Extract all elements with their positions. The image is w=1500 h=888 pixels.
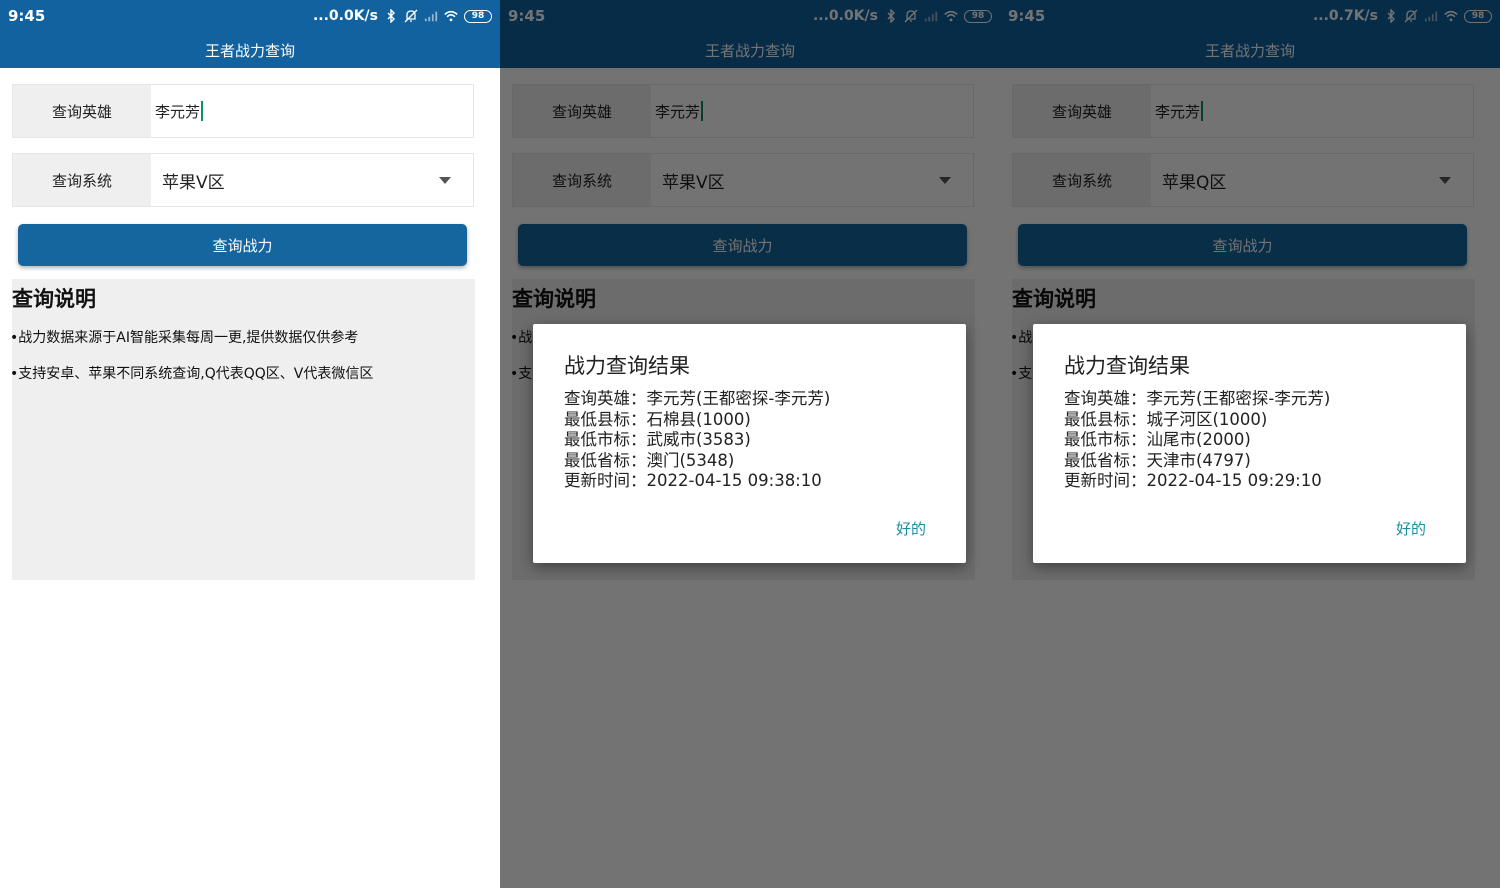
info-title: 查询说明 xyxy=(12,287,96,311)
dialog-ok-button[interactable]: 好的 xyxy=(896,518,926,539)
screen-result-v: 9:45 ...0.0K/s 98 王者战力查询 查询英雄 李元芳 查询系统 苹… xyxy=(500,0,1000,888)
dropdown-arrow-icon xyxy=(939,176,951,184)
hero-input-value: 李元芳 xyxy=(1155,102,1201,121)
hero-row: 查询英雄 李元芳 xyxy=(512,84,974,138)
battery-icon: 98 xyxy=(1464,9,1492,23)
status-bar: 9:45 ...0.7K/s 98 xyxy=(1000,0,1500,32)
bluetooth-icon xyxy=(884,9,898,23)
dialog-line: 最低市标：汕尾市(2000) xyxy=(1064,430,1251,449)
mute-bell-icon xyxy=(1404,9,1418,23)
app-title: 王者战力查询 xyxy=(0,32,500,68)
hero-label: 查询英雄 xyxy=(513,85,651,137)
system-label: 查询系统 xyxy=(1013,154,1151,206)
dialog-line: 查询英雄：李元芳(王都密探-李元芳) xyxy=(1064,389,1331,408)
info-line: •支 xyxy=(1010,366,1033,382)
query-button[interactable]: 查询战力 xyxy=(518,224,967,266)
signal-icon xyxy=(1424,9,1438,23)
system-row: 查询系统 苹果V区 xyxy=(12,153,474,207)
mute-bell-icon xyxy=(904,9,918,23)
hero-input[interactable]: 李元芳 xyxy=(651,85,973,137)
system-label: 查询系统 xyxy=(13,154,151,206)
info-title: 查询说明 xyxy=(512,287,596,311)
info-panel: 查询说明 •战力数据来源于AI智能采集每周一更,提供数据仅供参考 •支持安卓、苹… xyxy=(10,279,475,580)
dialog-ok-button[interactable]: 好的 xyxy=(1396,518,1426,539)
system-row: 查询系统 苹果Q区 xyxy=(1012,153,1474,207)
text-cursor xyxy=(201,101,204,121)
text-cursor xyxy=(701,101,704,121)
info-line: •战 xyxy=(1010,330,1033,346)
screen-result-q: 9:45 ...0.7K/s 98 王者战力查询 查询英雄 李元芳 查询系统 苹… xyxy=(1000,0,1500,888)
dialog-content: 查询英雄：李元芳(王都密探-李元芳) 最低县标：城子河区(1000) 最低市标：… xyxy=(1064,389,1330,492)
hero-input-value: 李元芳 xyxy=(155,102,201,121)
wifi-icon xyxy=(944,9,958,23)
system-row: 查询系统 苹果V区 xyxy=(512,153,974,207)
system-select-value: 苹果Q区 xyxy=(1162,172,1227,193)
status-icons: ...0.7K/s 98 xyxy=(1313,8,1492,24)
system-select[interactable]: 苹果Q区 xyxy=(1151,154,1473,206)
dialog-title: 战力查询结果 xyxy=(564,354,690,378)
system-select-value: 苹果V区 xyxy=(662,172,725,193)
result-dialog: 战力查询结果 查询英雄：李元芳(王都密探-李元芳) 最低县标：石棉县(1000)… xyxy=(533,324,966,563)
signal-icon xyxy=(924,9,938,23)
info-line: •战 xyxy=(510,330,533,346)
dialog-line: 最低市标：武威市(3583) xyxy=(564,430,751,449)
text-cursor xyxy=(1201,101,1204,121)
dialog-title: 战力查询结果 xyxy=(1064,354,1190,378)
dialog-line: 最低省标：澳门(5348) xyxy=(564,450,735,470)
dialog-line: 查询英雄：李元芳(王都密探-李元芳) xyxy=(564,389,831,408)
dialog-content: 查询英雄：李元芳(王都密探-李元芳) 最低县标：石棉县(1000) 最低市标：武… xyxy=(564,389,830,492)
dropdown-arrow-icon xyxy=(1439,176,1451,184)
screen-query-form: 9:45 ...0.0K/s 98 王者战力查询 查询英雄 李元芳 查询系统 苹… xyxy=(0,0,500,888)
bluetooth-icon xyxy=(384,9,398,23)
system-select[interactable]: 苹果V区 xyxy=(151,154,473,206)
wifi-icon xyxy=(1444,9,1458,23)
hero-input[interactable]: 李元芳 xyxy=(1151,85,1473,137)
system-select[interactable]: 苹果V区 xyxy=(651,154,973,206)
network-speed: ...0.0K/s xyxy=(312,8,378,24)
hero-label: 查询英雄 xyxy=(1013,85,1151,137)
mute-bell-icon xyxy=(404,9,418,23)
status-time: 9:45 xyxy=(508,7,546,25)
status-icons: ...0.0K/s 98 xyxy=(313,8,492,24)
system-select-value: 苹果V区 xyxy=(162,172,225,193)
dropdown-arrow-icon xyxy=(439,176,451,184)
hero-row: 查询英雄 李元芳 xyxy=(1012,84,1474,138)
hero-label: 查询英雄 xyxy=(13,85,151,137)
status-time: 9:45 xyxy=(1008,7,1046,25)
dialog-line: 最低县标：石棉县(1000) xyxy=(564,409,751,429)
hero-input-value: 李元芳 xyxy=(655,102,701,121)
dialog-line: 最低省标：天津市(4797) xyxy=(1064,450,1251,470)
app-title: 王者战力查询 xyxy=(500,32,1000,68)
signal-icon xyxy=(424,9,438,23)
dialog-line: 更新时间：2022-04-15 09:29:10 xyxy=(1064,471,1322,490)
app-title: 王者战力查询 xyxy=(1000,32,1500,68)
status-bar: 9:45 ...0.0K/s 98 xyxy=(0,0,500,32)
dialog-line: 更新时间：2022-04-15 09:38:10 xyxy=(564,471,822,490)
network-speed: ...0.0K/s xyxy=(812,8,878,24)
battery-icon: 98 xyxy=(464,9,492,23)
status-bar: 9:45 ...0.0K/s 98 xyxy=(500,0,1000,32)
wifi-icon xyxy=(444,9,458,23)
status-icons: ...0.0K/s 98 xyxy=(813,8,992,24)
hero-row: 查询英雄 李元芳 xyxy=(12,84,474,138)
dialog-line: 最低县标：城子河区(1000) xyxy=(1064,409,1268,429)
status-time: 9:45 xyxy=(8,7,46,25)
bluetooth-icon xyxy=(1384,9,1398,23)
hero-input[interactable]: 李元芳 xyxy=(151,85,473,137)
system-label: 查询系统 xyxy=(513,154,651,206)
info-line: •支持安卓、苹果不同系统查询,Q代表QQ区、V代表微信区 xyxy=(10,366,374,382)
info-title: 查询说明 xyxy=(1012,287,1096,311)
result-dialog: 战力查询结果 查询英雄：李元芳(王都密探-李元芳) 最低县标：城子河区(1000… xyxy=(1033,324,1466,563)
network-speed: ...0.7K/s xyxy=(1312,8,1378,24)
query-button[interactable]: 查询战力 xyxy=(18,224,467,266)
info-line: •支 xyxy=(510,366,533,382)
query-button[interactable]: 查询战力 xyxy=(1018,224,1467,266)
info-line: •战力数据来源于AI智能采集每周一更,提供数据仅供参考 xyxy=(10,330,359,346)
screens-container: 9:45 ...0.0K/s 98 王者战力查询 查询英雄 李元芳 查询系统 苹… xyxy=(0,0,1500,888)
battery-icon: 98 xyxy=(964,9,992,23)
